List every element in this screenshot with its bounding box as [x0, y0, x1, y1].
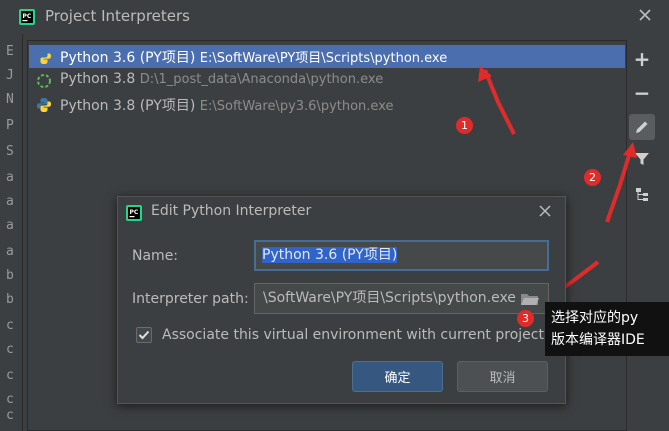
interpreter-name: Python 3.6 (PY项目) [60, 50, 196, 66]
strip-char: c [6, 342, 14, 357]
plus-icon: + [633, 47, 651, 71]
background-window-strip: E J N P S a a a a b b c c c c c [0, 34, 23, 431]
interpreter-label: Python 3.8 D:\1_post_data\Anaconda\pytho… [60, 71, 383, 87]
strip-char: c [6, 318, 14, 333]
interpreter-name: Python 3.8 (PY项目) [60, 98, 196, 114]
callout-line-2: 版本编译器IDE [551, 332, 645, 348]
svg-text:PC: PC [23, 13, 32, 20]
window-title: Project Interpreters [45, 7, 190, 25]
add-interpreter-button[interactable]: + [629, 46, 655, 72]
show-paths-button[interactable] [629, 182, 655, 208]
interpreter-path: D:\1_post_data\Anaconda\python.exe [139, 72, 384, 87]
strip-char: P [6, 118, 14, 133]
title-bar: PC Project Interpreters [0, 0, 669, 34]
strip-char: b [6, 268, 14, 283]
annotation-badge-2: 2 [584, 169, 601, 186]
dialog-title: Edit Python Interpreter [151, 203, 312, 219]
associate-checkbox[interactable] [136, 327, 152, 343]
name-input-value: Python 3.6 (PY项目) [262, 247, 398, 263]
strip-char: c [6, 392, 14, 407]
strip-char: c [6, 408, 14, 423]
strip-char: J [6, 68, 14, 83]
remove-interpreter-button[interactable]: − [629, 80, 655, 106]
annotation-badge-3: 3 [517, 310, 534, 327]
strip-char: a [6, 170, 14, 185]
interpreter-path-label: Interpreter path: [132, 291, 249, 307]
strip-char: a [6, 218, 14, 233]
python-icon [37, 50, 51, 64]
name-label: Name: [132, 248, 179, 264]
pycharm-app-icon: PC [126, 205, 142, 221]
ok-button[interactable]: 确定 [352, 361, 443, 392]
strip-char: a [6, 194, 14, 209]
filter-button[interactable] [629, 146, 655, 172]
filter-icon [635, 153, 649, 165]
interpreter-path-input[interactable]: \SoftWare\PY项目\Scripts\python.exe [254, 283, 549, 314]
interpreter-path-value: \SoftWare\PY项目\Scripts\python.exe [263, 290, 516, 306]
interpreter-path: E:\SoftWare\py3.6\python.exe [199, 99, 394, 114]
folder-icon[interactable] [520, 291, 540, 307]
name-input[interactable]: Python 3.6 (PY项目) [254, 240, 549, 271]
strip-char: c [6, 368, 14, 383]
strip-char: b [6, 292, 14, 307]
interpreter-path: E:\SoftWare\PY项目\Scripts\python.exe [199, 51, 448, 66]
interpreter-label: Python 3.6 (PY项目) E:\SoftWare\PY项目\Scrip… [60, 47, 447, 67]
close-icon[interactable] [538, 204, 552, 218]
conda-loading-icon [37, 74, 51, 88]
annotation-badge-1: 1 [456, 117, 473, 134]
callout-line-1: 选择对应的py [551, 310, 639, 326]
cancel-button[interactable]: 取消 [457, 361, 548, 392]
interpreter-row[interactable]: Python 3.6 (PY项目) E:\SoftWare\PY项目\Scrip… [29, 45, 625, 68]
strip-char: a [6, 244, 14, 259]
strip-char: E [6, 44, 14, 59]
edit-interpreter-button[interactable] [629, 114, 655, 140]
interpreter-label: Python 3.8 (PY项目) E:\SoftWare\py3.6\pyth… [60, 95, 393, 115]
interpreter-row[interactable]: Python 3.8 D:\1_post_data\Anaconda\pytho… [29, 69, 625, 92]
pycharm-app-icon: PC [19, 9, 35, 25]
svg-text:PC: PC [130, 209, 139, 216]
interpreter-row[interactable]: Python 3.8 (PY项目) E:\SoftWare\py3.6\pyth… [29, 93, 625, 116]
strip-char: S [6, 144, 14, 159]
pencil-icon [636, 121, 648, 133]
edit-python-interpreter-dialog: PC Edit Python Interpreter Name: Python … [117, 196, 566, 404]
tree-icon [636, 188, 648, 201]
minus-icon: − [633, 81, 651, 105]
close-icon[interactable] [637, 7, 653, 23]
python-icon [37, 98, 51, 112]
check-icon [138, 330, 150, 340]
annotation-callout: 选择对应的py 版本编译器IDE [545, 302, 669, 356]
associate-checkbox-label: Associate this virtual environment with … [162, 327, 544, 343]
strip-char: N [6, 92, 14, 107]
interpreter-name: Python 3.8 [60, 71, 136, 87]
interpreter-toolbar: + − [627, 40, 657, 240]
